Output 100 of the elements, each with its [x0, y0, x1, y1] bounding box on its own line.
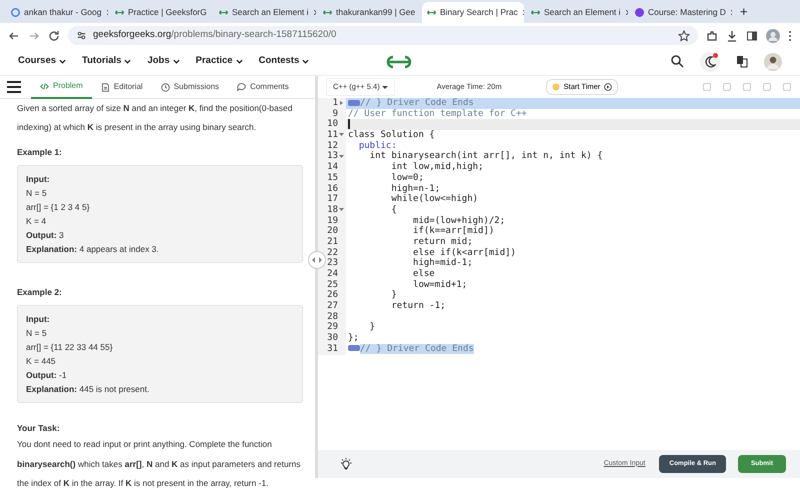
- site-settings-icon[interactable]: [76, 30, 87, 41]
- play-icon: [604, 83, 612, 91]
- browser-tab[interactable]: Search an Element i: [214, 2, 316, 23]
- code-icon: [40, 82, 49, 90]
- browser-tab[interactable]: Course: Mastering D: [630, 2, 732, 23]
- example-line: Output: 3: [26, 229, 65, 242]
- user-avatar-icon[interactable]: [764, 52, 782, 70]
- line-number: 12: [327, 140, 338, 151]
- nav-menu-item[interactable]: Practice: [196, 54, 243, 69]
- line-number: 1: [332, 98, 338, 109]
- chevron-icon: [302, 58, 310, 65]
- browser-tab[interactable]: thakurankan99 | Gee: [318, 2, 420, 23]
- line-number: 10: [327, 119, 338, 130]
- problem-tab[interactable]: Problem: [31, 76, 92, 98]
- problem-tab[interactable]: Comments: [228, 76, 298, 98]
- code-line: else: [412, 269, 435, 279]
- line-number: 21: [327, 236, 338, 248]
- site-logo-icon: [219, 8, 228, 17]
- code-line: while(low<=high): [390, 194, 478, 204]
- example-heading: Example 1:: [17, 146, 63, 160]
- line-number: 30: [327, 333, 338, 344]
- line-number: 18: [327, 204, 338, 216]
- extensions-icon[interactable]: [706, 30, 718, 42]
- lightbulb-icon[interactable]: [340, 458, 352, 470]
- line-number: 11: [327, 130, 338, 141]
- example-line: Input:: [26, 173, 51, 186]
- line-number: 13: [327, 151, 338, 162]
- problem-description: Given a sorted array of size N and an integer K, find the position(0-based indexing) at which K is present in the array using binary search.: [17, 102, 294, 134]
- nav-menu-item[interactable]: Tutorials: [82, 54, 132, 69]
- fold-toggle-icon[interactable]: [339, 154, 344, 160]
- comment-icon: [237, 82, 246, 92]
- google-icon: [11, 8, 20, 17]
- timer-icon: [552, 83, 560, 91]
- site-logo-icon: [115, 8, 124, 17]
- clock-icon: [160, 82, 170, 92]
- code-line: return mid;: [412, 236, 473, 247]
- fold-marker-icon[interactable]: [348, 345, 360, 352]
- address-bar[interactable]: geeksforgeeks.org/problems/binary-search-1587115620/0: [68, 26, 698, 45]
- line-number: 25: [327, 280, 338, 290]
- download-icon[interactable]: [726, 30, 738, 42]
- chevron-icon: [59, 58, 66, 65]
- browser-tab[interactable]: Binary Search | Prac: [422, 2, 524, 23]
- search-icon[interactable]: [671, 55, 684, 68]
- code-line: int binarysearch(int arr[], int n, int k) {: [368, 151, 603, 162]
- tab-title: Search an Element i: [232, 6, 309, 19]
- task-heading: Your Task:: [17, 422, 61, 436]
- translate-icon[interactable]: [736, 55, 748, 68]
- nav-menu-item[interactable]: Contests: [258, 54, 310, 69]
- tab-title: thakurankan99 | Gee: [336, 6, 416, 19]
- fold-marker-icon[interactable]: [348, 100, 360, 106]
- dark-mode-icon[interactable]: [704, 56, 716, 68]
- line-number: 28: [327, 312, 338, 322]
- fold-toggle-icon[interactable]: [339, 207, 344, 214]
- tab-title: Binary Search | Prac: [440, 6, 518, 19]
- reload-icon[interactable]: [48, 30, 60, 42]
- code-line: high=n-1;: [390, 184, 440, 194]
- tab-title: Course: Mastering D: [648, 6, 726, 19]
- nav-menu-item[interactable]: Courses: [18, 54, 66, 69]
- resize-handle-icon[interactable]: [308, 251, 326, 269]
- line-number: 17: [327, 194, 338, 205]
- site-logo-icon: [531, 8, 540, 17]
- fold-toggle-icon[interactable]: [339, 132, 344, 138]
- example-line: K = 4: [26, 215, 48, 228]
- code-line: public:: [358, 140, 397, 151]
- example-line: arr[] = {11 22 33 44 55}: [26, 341, 114, 354]
- menu-icon[interactable]: [788, 30, 792, 42]
- browser-tab[interactable]: Search an Element i: [526, 2, 628, 23]
- problem-tab[interactable]: Editorial: [92, 76, 152, 98]
- code-line: low=mid+1;: [412, 280, 468, 290]
- url-text: geeksforgeeks.org/problems/binary-search-1587115620/0: [93, 28, 336, 42]
- tab-title: ankan thakur - Goog: [24, 6, 102, 19]
- code-line: else if(k<arr[mid]): [412, 248, 516, 258]
- line-number: 24: [327, 269, 338, 280]
- code-line: {: [390, 204, 397, 215]
- avatar-icon[interactable]: [766, 28, 780, 42]
- line-number: 9: [332, 108, 338, 119]
- example-line: K = 445: [26, 355, 57, 368]
- browser-tab[interactable]: ankan thakur - Goog: [6, 2, 108, 23]
- site-logo-icon: [427, 8, 436, 17]
- line-number: 16: [327, 184, 338, 194]
- example-line: Explanation: 445 is not present.: [26, 383, 150, 396]
- course-icon: [635, 8, 644, 17]
- star-icon[interactable]: [678, 30, 690, 42]
- hamburger-icon[interactable]: [7, 81, 21, 93]
- code-line: high=mid-1;: [412, 258, 473, 268]
- example-line: N = 5: [26, 327, 48, 340]
- example-line: N = 5: [26, 187, 48, 200]
- sidebar-icon[interactable]: [746, 30, 758, 42]
- code-line: class Solution {: [348, 130, 435, 140]
- code-line: // } Driver Code Ends: [360, 98, 474, 108]
- problem-tab[interactable]: Submissions: [152, 76, 228, 98]
- back-icon[interactable]: [8, 30, 20, 42]
- fold-toggle-icon[interactable]: [339, 100, 344, 106]
- line-number: 23: [327, 258, 338, 269]
- new-tab-button[interactable]: +: [734, 2, 754, 23]
- nav-menu-item[interactable]: Jobs: [147, 54, 180, 69]
- document-icon: [100, 82, 110, 92]
- browser-tab[interactable]: Practice | GeeksforG: [110, 2, 212, 23]
- text-cursor: [348, 119, 350, 130]
- line-number: 14: [327, 162, 338, 173]
